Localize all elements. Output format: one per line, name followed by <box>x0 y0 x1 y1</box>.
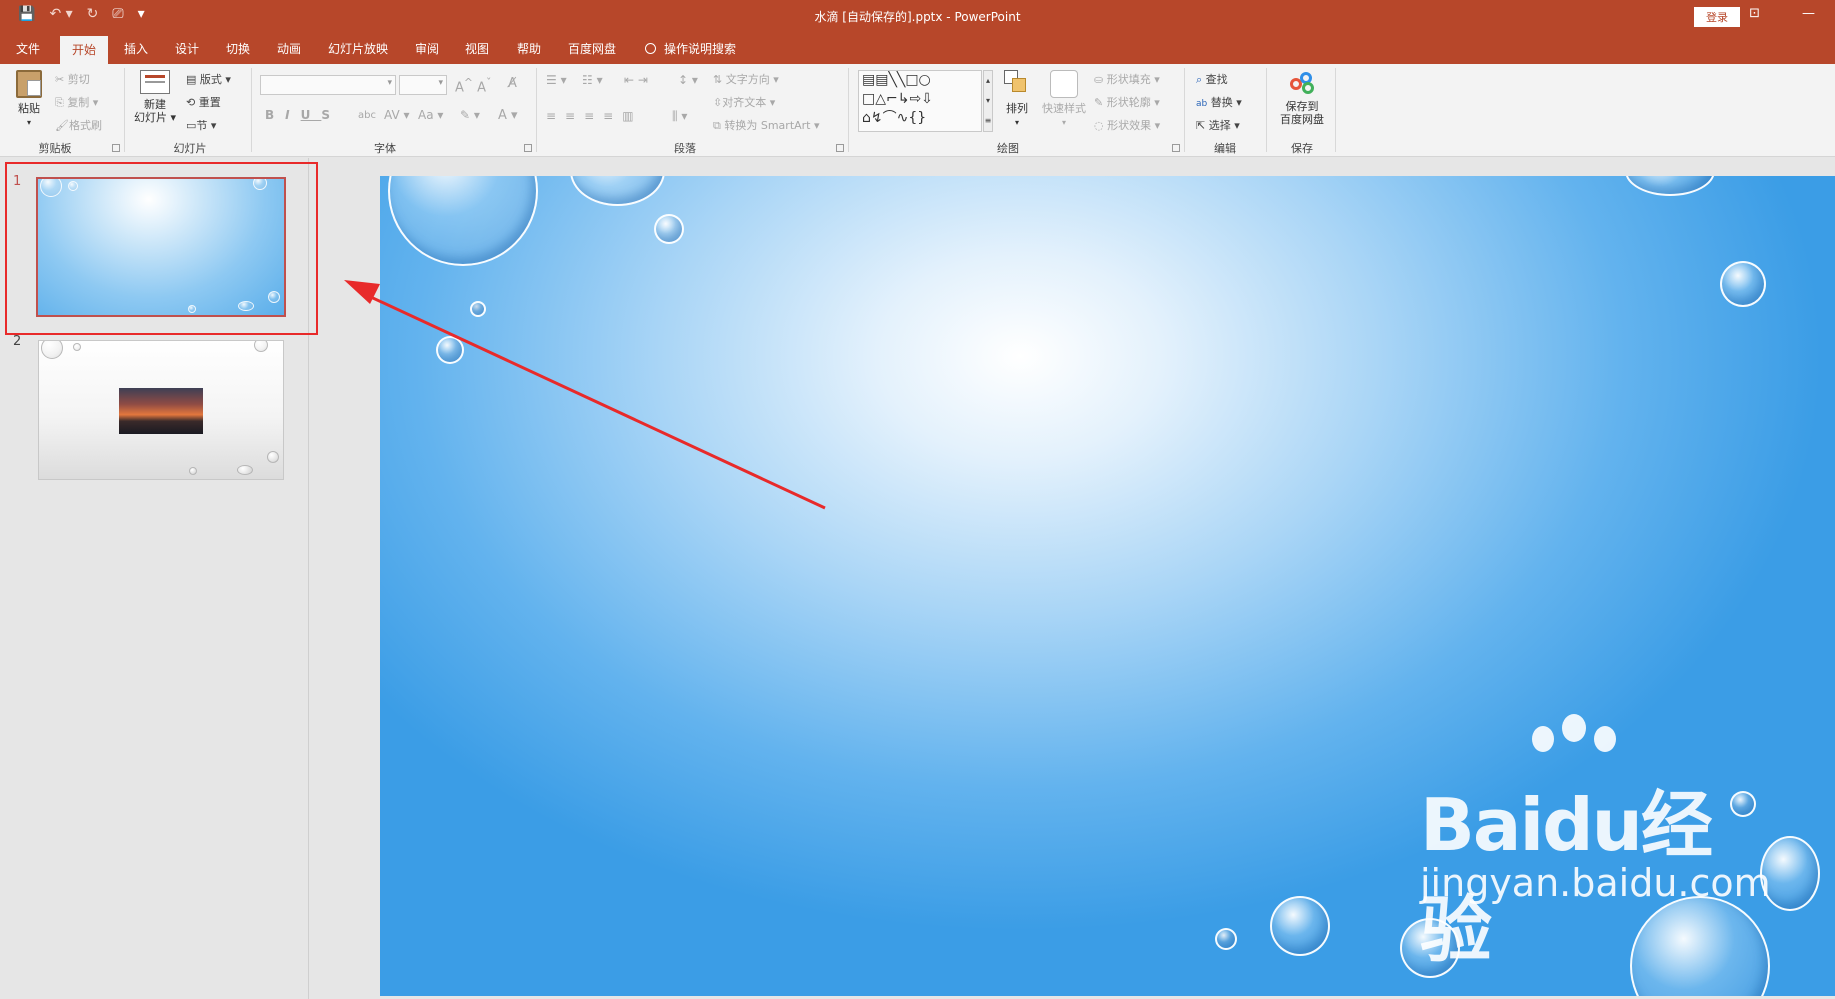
annotation-arrow <box>344 280 826 510</box>
